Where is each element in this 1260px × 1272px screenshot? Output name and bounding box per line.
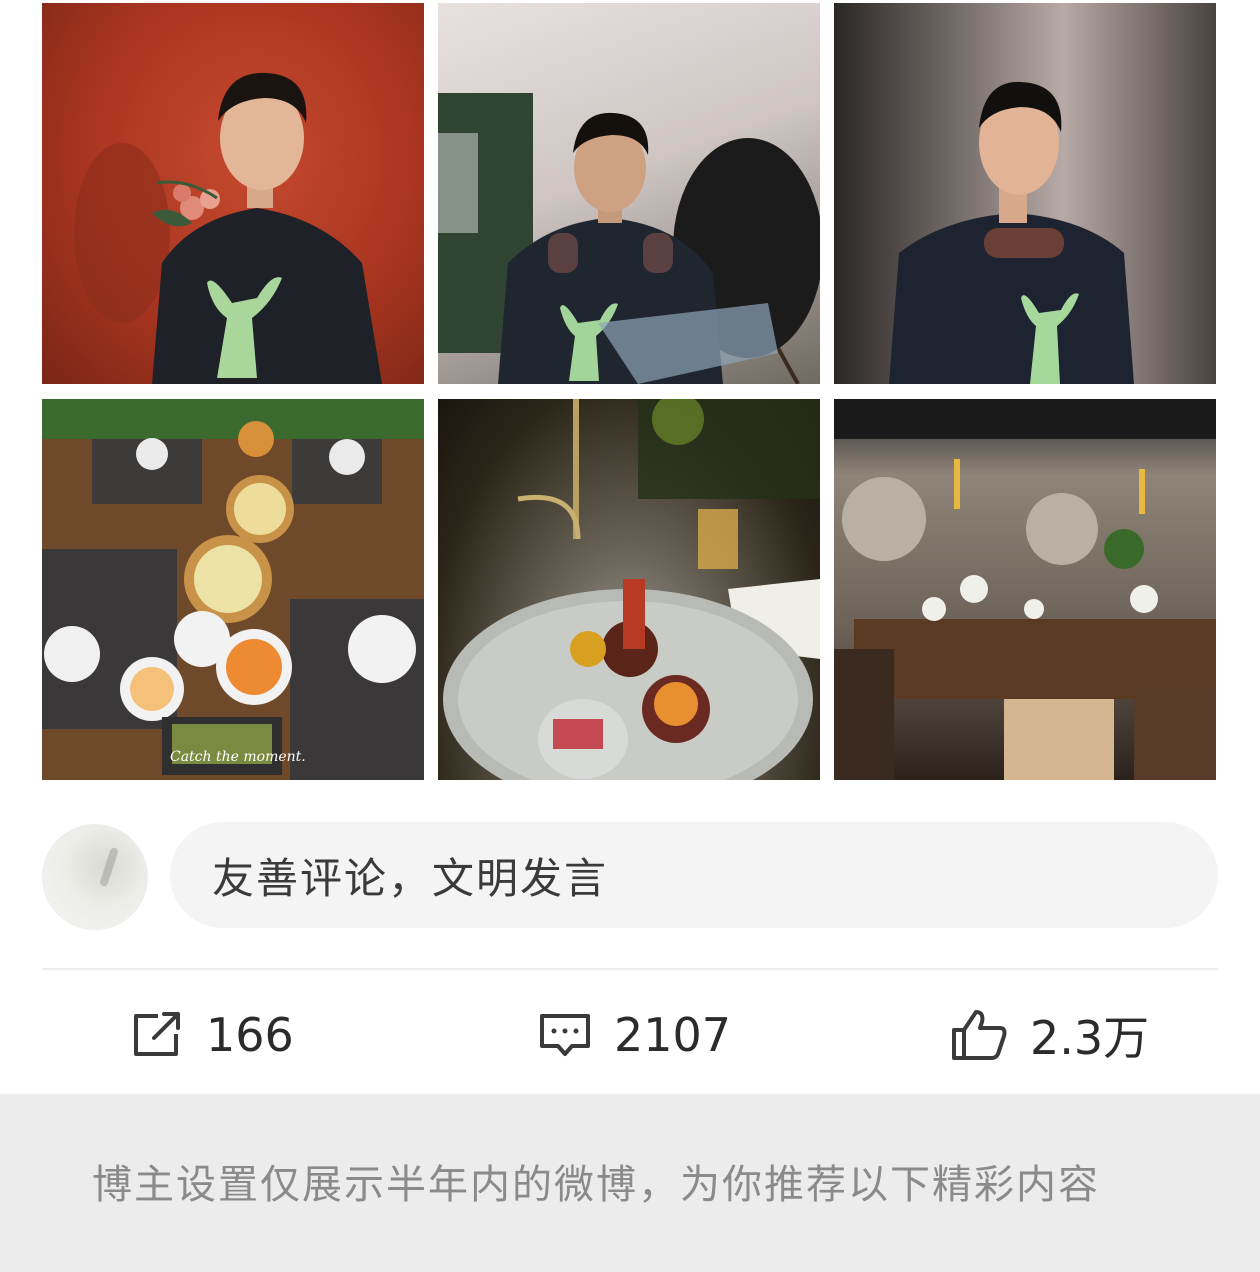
photo-illustration bbox=[889, 81, 1134, 384]
comment-row: 友善评论，文明发言 bbox=[42, 822, 1218, 930]
photo-man-headphones-standing[interactable] bbox=[834, 3, 1216, 384]
comment-input[interactable]: 友善评论，文明发言 bbox=[170, 822, 1218, 928]
action-bar: 166 2107 2.3万 bbox=[0, 1000, 1260, 1070]
photo-grid: Catch the moment. bbox=[42, 3, 1216, 780]
photo-illustration bbox=[834, 399, 1216, 780]
share-count: 166 bbox=[206, 1008, 294, 1062]
photo-illustration bbox=[74, 72, 382, 384]
avatar[interactable] bbox=[42, 824, 148, 930]
photo-caption: Catch the moment. bbox=[170, 749, 306, 765]
notice-text: 博主设置仅展示半年内的微博，为你推荐以下精彩内容 bbox=[92, 1162, 1100, 1208]
photo-illustration bbox=[42, 399, 424, 780]
divider bbox=[42, 968, 1218, 970]
comment-placeholder: 友善评论，文明发言 bbox=[212, 853, 609, 903]
photo-illustration bbox=[438, 93, 820, 384]
photo-man-red-wall[interactable] bbox=[42, 3, 424, 384]
comment-count: 2107 bbox=[614, 1008, 732, 1062]
photo-plated-dish[interactable] bbox=[438, 399, 820, 780]
photo-dining-room[interactable] bbox=[834, 399, 1216, 780]
like-button[interactable]: 2.3万 bbox=[950, 1000, 1149, 1070]
photo-man-headphones-sitting[interactable] bbox=[438, 3, 820, 384]
thumbs-up-icon bbox=[952, 1010, 1007, 1060]
photo-breakfast-table[interactable]: Catch the moment. bbox=[42, 399, 424, 780]
share-button[interactable]: 166 bbox=[130, 1000, 294, 1070]
comment-icon bbox=[540, 1014, 590, 1056]
notice-banner: 博主设置仅展示半年内的微博，为你推荐以下精彩内容 bbox=[0, 1094, 1260, 1272]
like-count: 2.3万 bbox=[1030, 1011, 1150, 1065]
share-icon bbox=[134, 1012, 180, 1056]
photo-illustration bbox=[443, 399, 820, 780]
comment-button[interactable]: 2107 bbox=[538, 1000, 731, 1070]
